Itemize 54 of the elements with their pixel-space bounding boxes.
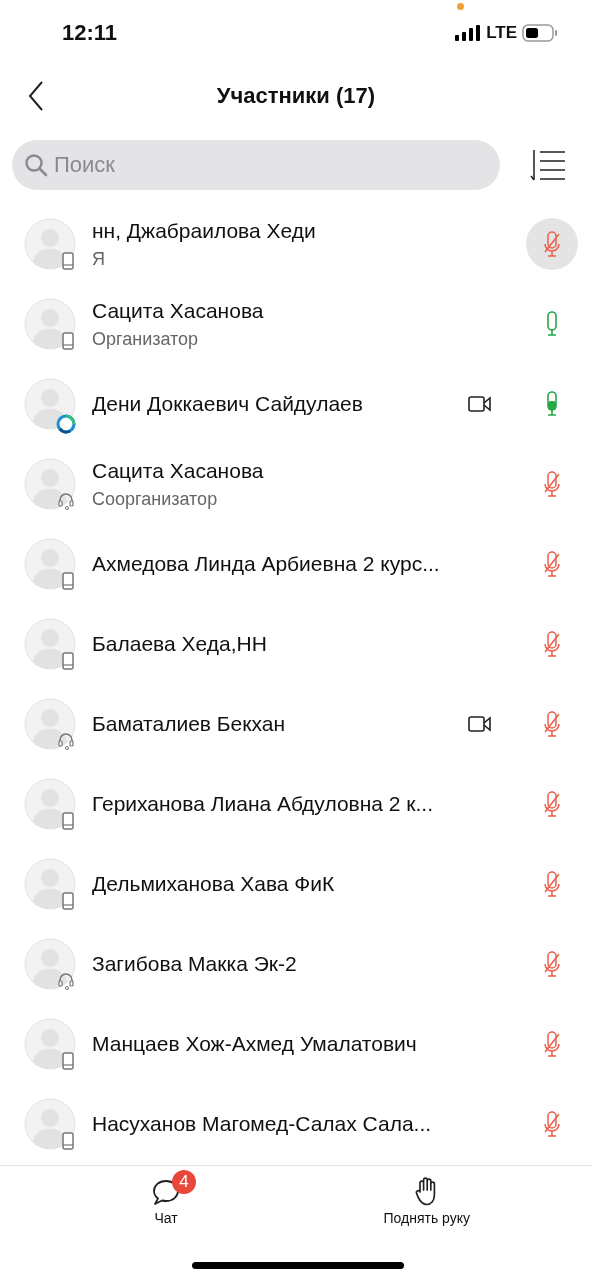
- participant-name: Баматалиев Бекхан: [92, 712, 287, 736]
- chat-icon: [152, 1178, 180, 1206]
- status-time: 12:11: [62, 20, 118, 46]
- participant-name: Ахмедова Линда Арбиевна 2 курс...: [92, 552, 441, 576]
- app-logo-icon: [56, 414, 76, 434]
- participant-name: нн, Джабраилова Хеди: [92, 218, 317, 243]
- avatar: [24, 378, 76, 430]
- participant-role: Соорганизатор: [92, 488, 219, 510]
- participant-name: Загибова Макка Эк-2: [92, 952, 298, 976]
- unread-badge: 4: [172, 1170, 196, 1194]
- phone-icon: [62, 252, 74, 270]
- avatar: [24, 1018, 76, 1070]
- avatar: [24, 538, 76, 590]
- phone-icon: [62, 892, 74, 910]
- search-field[interactable]: Поиск: [12, 140, 500, 190]
- signal-icon: [455, 25, 482, 41]
- phone-icon: [62, 1132, 74, 1150]
- back-icon[interactable]: [28, 81, 44, 111]
- avatar: [24, 618, 76, 670]
- participant-name: Сацита Хасанова: [92, 298, 265, 323]
- phone-icon: [62, 652, 74, 670]
- network-label: LTE: [486, 23, 517, 43]
- avatar: [24, 778, 76, 830]
- headset-icon: [58, 492, 74, 510]
- avatar: [24, 858, 76, 910]
- toolbar-button[interactable]: Поднять руку: [361, 1168, 492, 1226]
- avatar: [24, 938, 76, 990]
- participant-name: Дельмиханова Хава ФиК: [92, 872, 336, 896]
- participant-name: Дени Доккаевич Сайдулаев: [92, 392, 364, 416]
- phone-icon: [62, 812, 74, 830]
- participant-name: Манцаев Хож-Ахмед Умалатович: [92, 1032, 418, 1056]
- participant-name: Насуханов Магомед-Салах Сала...: [92, 1112, 433, 1136]
- participant-role: Организатор: [92, 328, 200, 350]
- avatar: [24, 298, 76, 350]
- battery-icon: [522, 24, 558, 42]
- search-icon: [24, 153, 48, 177]
- headset-icon: [58, 732, 74, 750]
- participant-name: Сацита Хасанова: [92, 458, 265, 483]
- phone-icon: [62, 572, 74, 590]
- participant-name: Гериханова Лиана Абдуловна 2 к...: [92, 792, 435, 816]
- toolbar-button[interactable]: 4 Чат: [130, 1168, 202, 1226]
- privacy-dot-icon: [457, 3, 465, 10]
- microphone-button[interactable]: [526, 218, 578, 270]
- avatar: [24, 218, 76, 270]
- avatar: [24, 698, 76, 750]
- participant-role: Я: [92, 248, 106, 270]
- avatar: [24, 1098, 76, 1150]
- phone-icon: [62, 332, 74, 350]
- page-title: Участники (17): [216, 83, 376, 109]
- participant-name: Балаева Хеда,НН: [92, 632, 268, 656]
- headset-icon: [58, 972, 74, 990]
- avatar: [24, 458, 76, 510]
- phone-icon: [62, 1052, 74, 1070]
- sort-icon[interactable]: [530, 148, 566, 182]
